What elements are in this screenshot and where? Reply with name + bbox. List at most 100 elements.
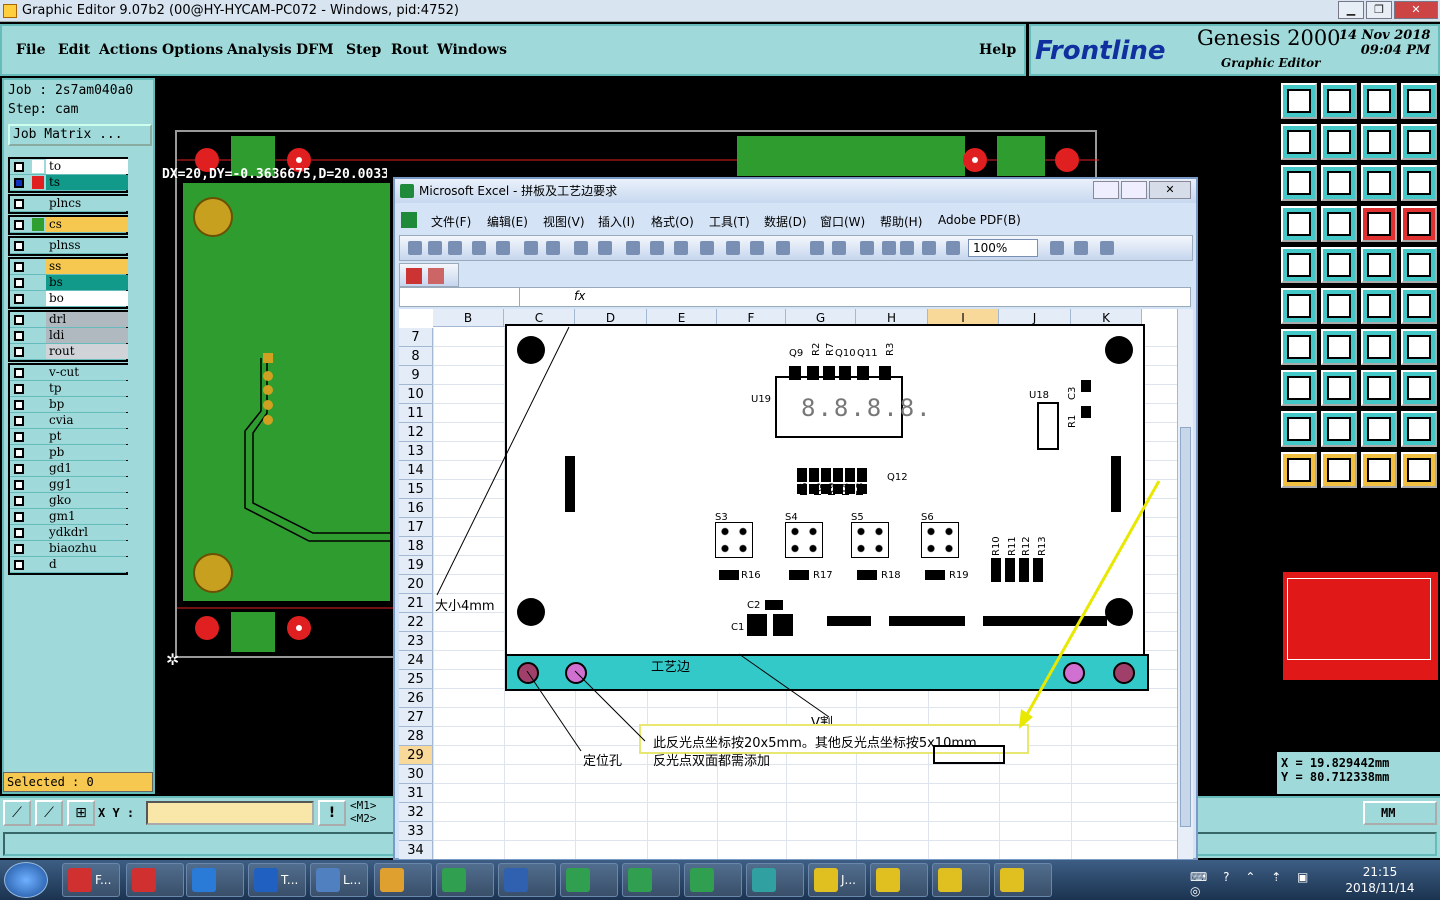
- menu-actions[interactable]: Actions: [99, 42, 158, 58]
- toolbar-icon[interactable]: [922, 241, 936, 255]
- vertex-icon[interactable]: [1321, 411, 1357, 447]
- layer-row[interactable]: cs: [10, 217, 128, 233]
- layer-checkbox[interactable]: [14, 347, 24, 357]
- center-icon[interactable]: [1361, 124, 1397, 160]
- layer-row[interactable]: pt: [10, 429, 128, 445]
- minimap[interactable]: [1283, 572, 1438, 680]
- toolbar-icon[interactable]: [726, 241, 740, 255]
- excel-menu-insert[interactable]: 插入(I): [598, 213, 635, 230]
- row-header[interactable]: 9: [399, 366, 433, 385]
- layer-row[interactable]: bo: [10, 291, 128, 307]
- toolbar-icon[interactable]: [448, 241, 462, 255]
- row-header[interactable]: 32: [399, 803, 433, 822]
- layer-checkbox[interactable]: [14, 384, 24, 394]
- job-matrix-button[interactable]: Job Matrix ...: [8, 124, 152, 146]
- toolbar-icon[interactable]: [810, 241, 824, 255]
- toolbar-icon[interactable]: [574, 241, 588, 255]
- move-icon[interactable]: [1321, 370, 1357, 406]
- layer-row[interactable]: drl: [10, 312, 128, 328]
- layer-checkbox[interactable]: [14, 448, 24, 458]
- close-button[interactable]: ✕: [1394, 1, 1438, 19]
- measure-icon[interactable]: ⟋: [35, 800, 63, 826]
- layer-checkbox[interactable]: [14, 528, 24, 538]
- toolbar-icon[interactable]: [408, 241, 422, 255]
- layer-checkbox[interactable]: [14, 496, 24, 506]
- pointer-icon[interactable]: [1281, 452, 1317, 488]
- fiducial-icon[interactable]: [1361, 206, 1397, 242]
- name-box[interactable]: [400, 288, 520, 306]
- maximize-button[interactable]: ❐: [1366, 1, 1392, 19]
- menu-windows[interactable]: Windows: [437, 42, 507, 58]
- spreadsheet-grid[interactable]: B C D E F G H I J K 7 8 9 10 11 12 13 14 15 16 17 18 19 20 21 22 2…: [399, 309, 1177, 859]
- line-icon[interactable]: [1361, 288, 1397, 324]
- excel-menu-file[interactable]: 文件(F): [431, 213, 471, 230]
- frontline-task[interactable]: [436, 863, 494, 897]
- excel-menu-data[interactable]: 数据(D): [764, 213, 807, 230]
- editor-task-4[interactable]: [994, 863, 1052, 897]
- mirror-icon[interactable]: [1361, 370, 1397, 406]
- excel-close-button[interactable]: ✕: [1149, 181, 1191, 199]
- redraw-icon[interactable]: [1401, 124, 1437, 160]
- row-header[interactable]: 16: [399, 499, 433, 518]
- draw-icon[interactable]: [1321, 329, 1357, 365]
- menu-help[interactable]: Help: [979, 42, 1016, 58]
- pad-icon[interactable]: [1281, 247, 1317, 283]
- excel-task-2[interactable]: [622, 863, 680, 897]
- layer-row[interactable]: gg1: [10, 477, 128, 493]
- toolbar-icon[interactable]: [626, 241, 640, 255]
- excel-menu-adobe[interactable]: Adobe PDF(B): [938, 213, 1021, 227]
- snap-icon[interactable]: ⟋: [3, 800, 31, 826]
- viewer-task[interactable]: [746, 863, 804, 897]
- window-icon[interactable]: [1401, 83, 1437, 119]
- toolbar-icon[interactable]: [776, 241, 790, 255]
- vertical-scrollbar[interactable]: [1177, 309, 1193, 859]
- layer-checkbox[interactable]: [14, 178, 24, 188]
- toolbar-icon[interactable]: [524, 241, 538, 255]
- layer-row[interactable]: ss: [10, 259, 128, 275]
- pattern-icon[interactable]: [1401, 329, 1437, 365]
- angle-icon[interactable]: [1281, 329, 1317, 365]
- layer-checkbox[interactable]: [14, 199, 24, 209]
- layer-checkbox[interactable]: [14, 262, 24, 272]
- layer-row[interactable]: bs: [10, 275, 128, 291]
- app-task[interactable]: [374, 863, 432, 897]
- zoom-center-icon[interactable]: [1321, 165, 1357, 201]
- edit-icon[interactable]: [1321, 247, 1357, 283]
- toolbar-icon[interactable]: [900, 241, 914, 255]
- layer-row[interactable]: gm1: [10, 509, 128, 525]
- layer-checkbox[interactable]: [14, 512, 24, 522]
- scale-icon[interactable]: [1361, 165, 1397, 201]
- row-header[interactable]: 14: [399, 461, 433, 480]
- toolbar-icon[interactable]: [832, 241, 846, 255]
- excel-menu-window[interactable]: 窗口(W): [820, 213, 865, 230]
- select-area-icon[interactable]: [1361, 452, 1397, 488]
- layer-row[interactable]: tp: [10, 381, 128, 397]
- layer-row[interactable]: ts: [10, 175, 128, 191]
- select-icon[interactable]: [1321, 452, 1357, 488]
- system-tray[interactable]: ⌨ ? ⌃ ⇡ ▣ ◎: [1190, 870, 1340, 898]
- toolbar-icon[interactable]: [750, 241, 764, 255]
- row-header[interactable]: 10: [399, 385, 433, 404]
- editor-task-2[interactable]: [870, 863, 928, 897]
- pcb-picture[interactable]: 8.8.8.8.Q9R2R7Q10Q11R3U19U18C3R1Q12R6R5R…: [505, 324, 1145, 672]
- layer-checkbox[interactable]: [14, 480, 24, 490]
- excel-window[interactable]: Microsoft Excel - 拼板及工艺边要求 ✕ 文件(F) 编辑(E)…: [393, 177, 1198, 860]
- menu-rout[interactable]: Rout: [391, 42, 429, 58]
- toolbar-icon[interactable]: [496, 241, 510, 255]
- row-header[interactable]: 23: [399, 632, 433, 651]
- menu-edit[interactable]: Edit: [58, 42, 90, 58]
- layer-checkbox[interactable]: [14, 294, 24, 304]
- arc-icon[interactable]: [1401, 288, 1437, 324]
- route-icon[interactable]: [1401, 452, 1437, 488]
- row-header[interactable]: 13: [399, 442, 433, 461]
- toolbar-icon[interactable]: [428, 241, 442, 255]
- scroll-thumb[interactable]: [1180, 427, 1191, 827]
- layer-row[interactable]: ldi: [10, 328, 128, 344]
- layer-checkbox[interactable]: [14, 278, 24, 288]
- excel-menu-tools[interactable]: 工具(T): [709, 213, 750, 230]
- layer-checkbox[interactable]: [14, 544, 24, 554]
- pan-left-icon[interactable]: [1281, 124, 1317, 160]
- system-clock[interactable]: 21:15 2018/11/14: [1342, 864, 1418, 896]
- toolbar-icon[interactable]: [700, 241, 714, 255]
- row-header[interactable]: 21: [399, 594, 433, 613]
